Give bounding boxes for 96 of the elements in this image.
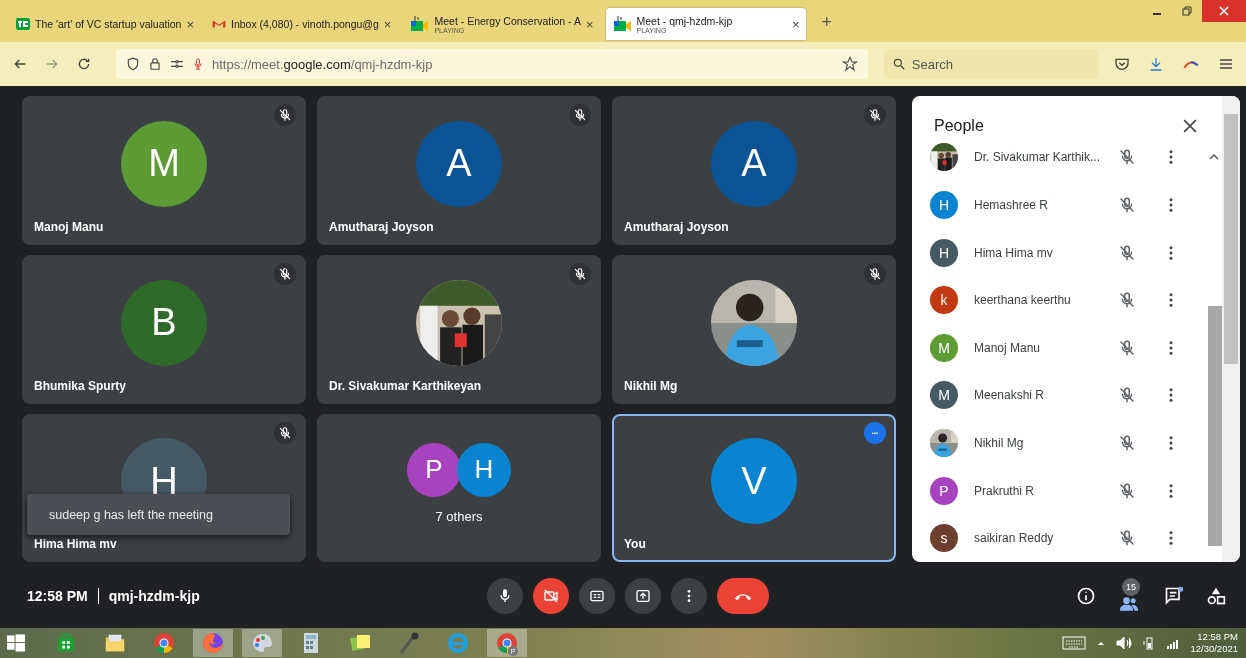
permissions-icon[interactable]: [170, 57, 184, 71]
clock-time: 12:58 PM: [1197, 631, 1238, 643]
chat-icon[interactable]: [1164, 585, 1184, 606]
mic-off-icon: [1118, 338, 1136, 357]
captions-button[interactable]: [579, 577, 615, 614]
close-icon[interactable]: ×: [791, 16, 800, 32]
info-icon[interactable]: [1076, 585, 1096, 606]
avatar: B: [121, 279, 207, 366]
close-icon[interactable]: ×: [186, 16, 194, 32]
download-icon[interactable]: [1148, 56, 1164, 72]
activities-icon[interactable]: [1206, 585, 1226, 606]
restore-icon[interactable]: [1182, 6, 1192, 16]
participant-name: Nikhil Mg: [624, 379, 678, 393]
participant-name: Dr. Sivakumar Karthikeyan: [329, 379, 482, 393]
participant-name: Manoj Manu: [34, 220, 104, 234]
people-button[interactable]: 15: [1118, 577, 1142, 614]
camera-off-icon: [543, 587, 559, 604]
browser-tab[interactable]: Inbox (4,080) - vinoth.pongu@g ×: [206, 8, 398, 40]
scroll-up-icon: [1208, 151, 1220, 161]
windows-start-icon[interactable]: [6, 633, 26, 653]
others-count: 7 others: [435, 508, 483, 524]
mic-off-icon: [1118, 196, 1136, 215]
new-tab-button[interactable]: +: [821, 12, 833, 33]
leave-call-button[interactable]: [717, 577, 769, 614]
participant-name: Manoj Manu: [974, 340, 1042, 355]
store-icon: [55, 632, 77, 654]
avatar: s: [930, 524, 958, 553]
close-icon[interactable]: ×: [383, 16, 392, 32]
close-button[interactable]: [1202, 0, 1246, 22]
signal-icon[interactable]: [1166, 637, 1181, 649]
avatar: A: [711, 120, 797, 207]
participant-name: Dr. Sivakumar Karthik...: [974, 150, 1102, 165]
avatar: V: [711, 438, 797, 524]
panel-scrollbar[interactable]: [1222, 96, 1240, 562]
participant-name: Hemashree R: [974, 198, 1050, 213]
avatar: H: [930, 191, 958, 220]
mic-off-icon: [1118, 243, 1136, 262]
present-icon: [635, 587, 651, 604]
participant-name: saikiran Reddy: [974, 531, 1055, 546]
avatar: M: [930, 381, 958, 410]
speaker-camera-icon: [409, 16, 430, 32]
meeting-code: qmj-hzdm-kjp: [108, 587, 200, 604]
close-icon: [1219, 6, 1229, 16]
speaker-camera-icon: [611, 16, 632, 32]
mail-icon: [212, 18, 226, 30]
participant-name: Meenakshi R: [974, 388, 1046, 403]
microphone-button[interactable]: [487, 577, 523, 614]
participant-name: Hima Hima mv: [34, 537, 117, 551]
keyboard-icon[interactable]: [1062, 636, 1087, 650]
notification-toast: sudeep g has left the meeting: [27, 494, 290, 535]
avatar: A: [416, 120, 502, 207]
search-icon: [891, 57, 906, 71]
avatar: H: [457, 442, 511, 497]
lock-icon: [148, 57, 162, 71]
participant-name: Hima Hima mv: [974, 245, 1054, 260]
participant-name: Bhumika Spurty: [34, 379, 126, 393]
participant-name: You: [624, 537, 646, 551]
search-field[interactable]: Search: [883, 49, 1098, 79]
microphone-icon: [397, 631, 421, 655]
participant-name: Amutharaj Joyson: [624, 220, 729, 234]
speaker-icon[interactable]: [1116, 636, 1133, 650]
close-icon[interactable]: ×: [585, 16, 594, 32]
camera-off-button[interactable]: [533, 577, 569, 614]
clock-time: 12:58 PM: [27, 587, 88, 604]
shield-icon: [126, 57, 140, 71]
clock-date: 12/30/2021: [1190, 643, 1238, 655]
participant-name: Prakruthi R: [974, 483, 1036, 498]
site-logo-icon: [16, 18, 30, 30]
participant-name: keerthana keerthu: [974, 293, 1072, 308]
present-button[interactable]: [625, 577, 661, 614]
mic-off-icon: [1118, 529, 1136, 548]
mic-off-icon: [1118, 148, 1136, 167]
browser-tab[interactable]: The 'art' of VC startup valuation ×: [10, 8, 200, 40]
participant-name: Nikhil Mg: [974, 436, 1025, 450]
mic-off-icon: [1118, 386, 1136, 405]
participant-name: Amutharaj Joyson: [329, 220, 434, 234]
microphone-icon: [497, 587, 513, 604]
panel-title: People: [934, 116, 984, 135]
avatar: M: [121, 120, 207, 207]
palette-icon: [250, 631, 274, 655]
calculator-icon: [301, 631, 321, 655]
avatar: M: [930, 333, 958, 362]
avatar: H: [930, 238, 958, 267]
reload-icon[interactable]: [76, 56, 92, 72]
menu-icon[interactable]: [1218, 56, 1234, 72]
mic-off-icon: [1118, 434, 1136, 452]
pocket-icon[interactable]: [1114, 56, 1130, 72]
avatar: P: [407, 442, 461, 497]
folder-icon: [103, 632, 127, 654]
bookmark-star-icon[interactable]: [841, 56, 858, 72]
mic-off-icon: [1118, 291, 1136, 310]
count-badge: 15: [1122, 577, 1140, 596]
avatar: P: [930, 476, 958, 505]
avatar: k: [930, 286, 958, 315]
microphone-icon[interactable]: [192, 57, 204, 71]
mic-off-icon: [1118, 481, 1136, 500]
